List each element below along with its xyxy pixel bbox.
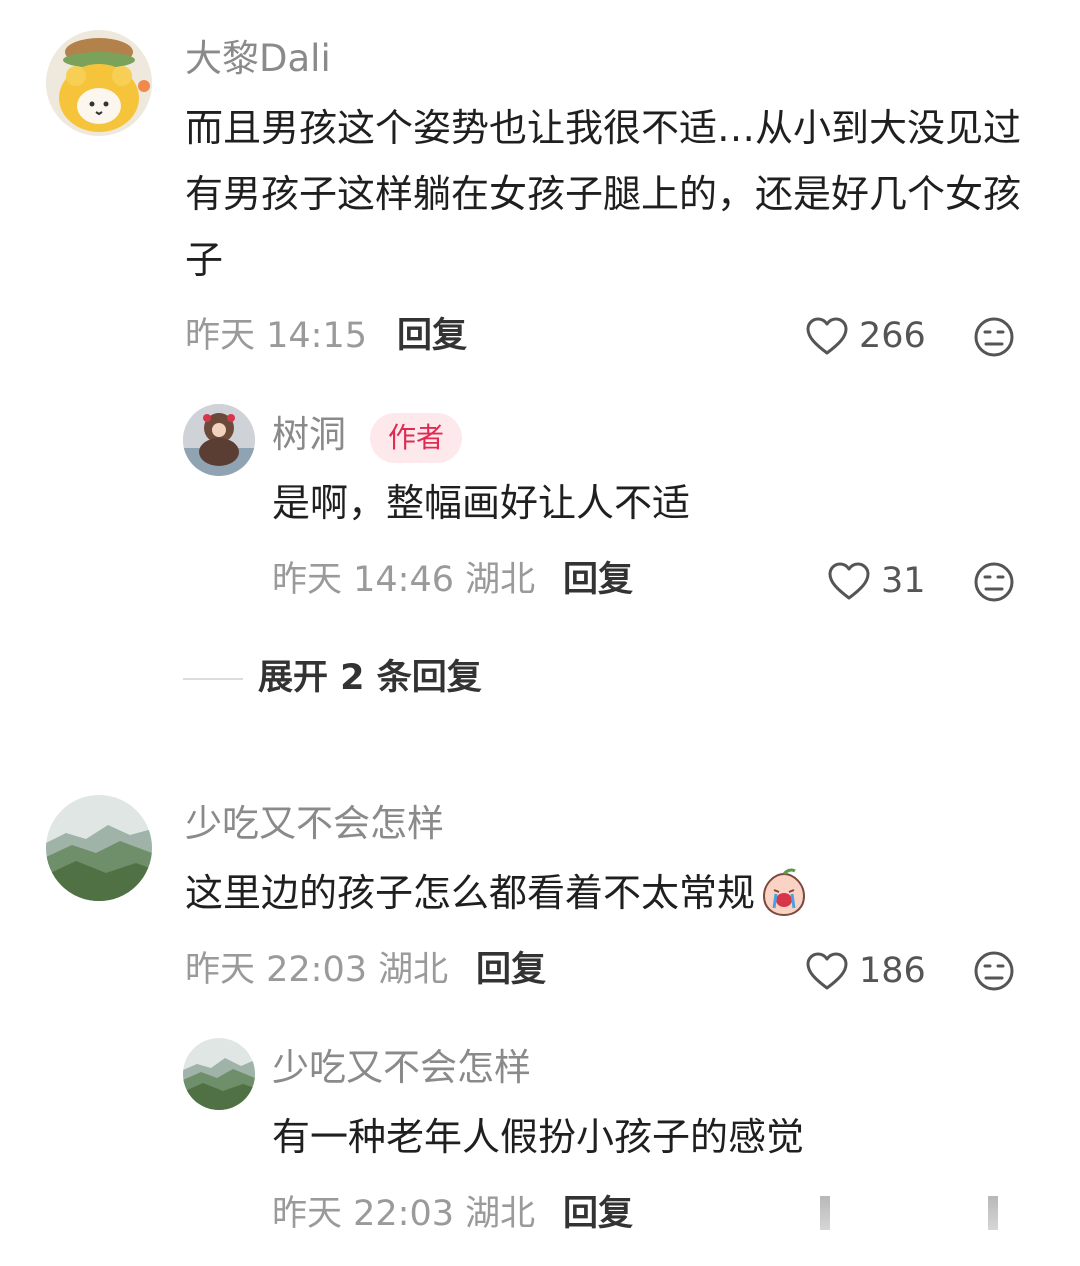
heart-icon — [828, 562, 870, 600]
commenter-name[interactable]: 少吃又不会怎样 — [272, 1049, 531, 1086]
author-badge: 作者 — [370, 413, 463, 463]
comment-text: 而且男孩这个姿势也让我很不适…从小到大没见过有男孩子这样躺在女孩子腿上的，还是好… — [185, 106, 1022, 282]
avatar[interactable] — [46, 795, 152, 901]
commenter-name[interactable]: 树洞 — [272, 416, 346, 453]
like-count: 266 — [859, 315, 926, 356]
avatar[interactable] — [183, 1038, 255, 1110]
like-count: 186 — [859, 950, 926, 991]
reply-meta: 昨天 14:46 湖北 — [272, 560, 536, 600]
like-button[interactable]: 186 — [805, 951, 926, 991]
yellow-plush-avatar-icon — [46, 30, 152, 136]
commenter-name[interactable]: 大黎Dali — [185, 40, 331, 77]
reply-button[interactable]: 回复 — [563, 563, 633, 598]
dislike-face-icon[interactable] — [973, 561, 1015, 603]
mountain-avatar-icon — [183, 1038, 255, 1110]
like-button[interactable]: 266 — [805, 316, 926, 356]
avatar[interactable] — [183, 404, 255, 476]
like-count: 31 — [881, 560, 926, 601]
comment-body: 这里边的孩子怎么都看着不太常规 — [185, 860, 1035, 926]
dislike-face-icon[interactable] — [973, 950, 1015, 992]
reply-text: 是啊，整幅画好让人不适 — [272, 481, 691, 525]
author-avatar-icon — [183, 404, 255, 476]
heart-icon — [806, 317, 848, 355]
dislike-face-icon[interactable] — [973, 316, 1015, 358]
comment-meta: 昨天 14:15 — [185, 316, 367, 356]
crying-peach-emoji-icon — [763, 868, 806, 917]
reply-meta: 昨天 22:03 湖北 — [272, 1194, 536, 1234]
reply-button[interactable]: 回复 — [476, 953, 546, 988]
expand-divider — [183, 678, 243, 680]
reply-button[interactable]: 回复 — [563, 1197, 633, 1232]
commenter-name[interactable]: 少吃又不会怎样 — [185, 805, 444, 842]
like-button[interactable]: 31 — [827, 561, 926, 601]
comment-meta: 昨天 22:03 湖北 — [185, 950, 449, 990]
expand-replies-button[interactable]: 展开 2 条回复 — [258, 661, 482, 696]
avatar[interactable] — [46, 30, 152, 136]
heart-icon — [806, 952, 848, 990]
comment-text: 这里边的孩子怎么都看着不太常规 — [185, 871, 756, 915]
mountain-avatar-icon — [46, 795, 152, 901]
reply-text: 有一种老年人假扮小孩子的感觉 — [272, 1115, 805, 1159]
reply-button[interactable]: 回复 — [397, 319, 467, 354]
dislike-button-partial[interactable] — [988, 1196, 998, 1230]
like-button-partial[interactable] — [820, 1196, 830, 1230]
